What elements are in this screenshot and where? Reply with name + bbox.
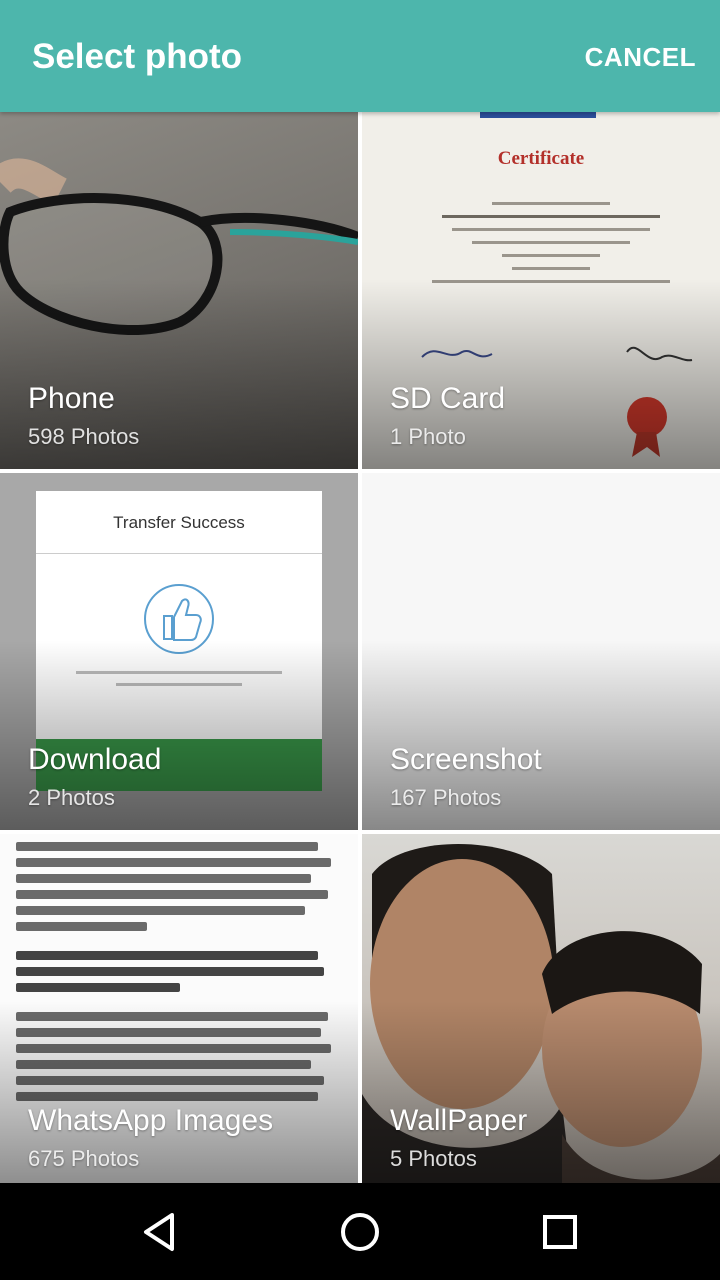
album-count: 675 Photos [28,1146,140,1171]
album-count: 167 Photos [390,785,502,810]
album-name: SD Card [390,382,506,415]
album-count: 598 Photos [28,424,140,449]
album-name: Phone [28,382,115,415]
album-count: 5 Photos [390,1146,477,1171]
album-name: Download [28,743,162,776]
album-count: 1 Photo [390,424,466,449]
system-navigation-bar [0,1183,720,1280]
album-name: Screenshot [390,743,542,776]
page-title: Select photo [32,37,243,76]
divider [36,553,322,554]
app-bar: Select photo CANCEL [0,0,720,112]
album-tile-sd-card[interactable]: Certificate SD Card 1 Photo [362,112,720,469]
album-name: WallPaper [390,1104,528,1137]
album-tile-screenshot[interactable]: Screenshot 167 Photos [362,473,720,830]
album-name: WhatsApp Images [28,1104,274,1137]
cancel-button[interactable]: CANCEL [585,38,696,76]
album-tile-whatsapp-images[interactable]: WhatsApp Images 675 Photos [0,834,358,1191]
album-grid: Phone 598 Photos Certificate SD Card 1 P… [0,112,720,1191]
home-circle-icon[interactable] [335,1207,385,1257]
back-triangle-icon[interactable] [134,1207,184,1257]
album-tile-download[interactable]: Transfer Success Download 2 Photos [0,473,358,830]
recents-square-icon[interactable] [535,1207,585,1257]
album-tile-phone[interactable]: Phone 598 Photos [0,112,358,469]
transfer-title-text: Transfer Success [113,513,245,532]
album-tile-wallpaper[interactable]: WallPaper 5 Photos [362,834,720,1191]
album-count: 2 Photos [28,785,115,810]
